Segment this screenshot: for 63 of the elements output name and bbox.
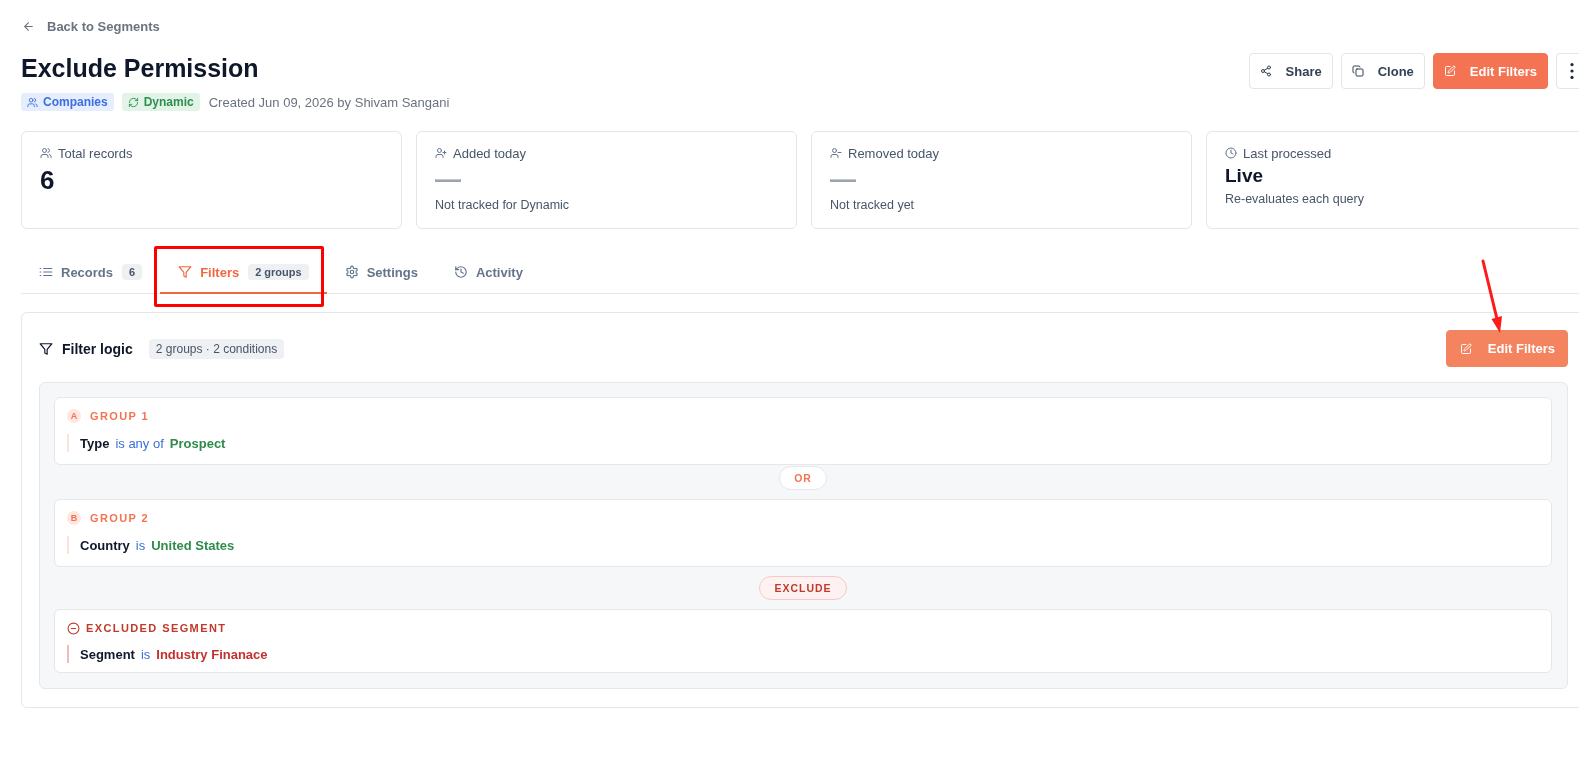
edit-filters-button[interactable]: Edit Filters [1445,330,1568,367]
user-plus-icon [435,147,447,159]
condition-operator: is [140,646,151,662]
page-title: Exclude Permission [21,53,260,84]
copy-icon [1351,65,1364,77]
stat-note: Re-evaluates each query [1225,192,1365,206]
condition-field: Country [80,537,130,553]
group-title: GROUP 2 [90,512,150,524]
connector-chip: EXCLUDE [759,576,847,600]
edit-icon [1443,65,1456,77]
stat-value: 6 [40,166,56,194]
object-type-text: Companies [43,95,108,109]
condition-operator: is any of [115,435,164,451]
tab[interactable]: Filters 2 groups [160,250,327,294]
edit-filters-button[interactable]: Edit Filters [1432,53,1548,89]
people-icon [27,96,38,108]
history-icon [453,265,468,279]
clone-button[interactable]: Clone [1340,53,1425,89]
segment-mode-text: Dynamic [143,95,194,109]
tab-count: 2 groups [248,264,309,280]
stat-label: Removed today [848,145,940,161]
condition-field: Type [80,435,110,451]
group-title: EXCLUDED SEGMENT [86,622,227,634]
stat-label: Last processed [1243,145,1332,161]
settings-icon [344,265,359,279]
connector-chip: OR [779,466,827,490]
tab[interactable]: Activity [435,250,541,294]
tab[interactable]: Records 6 [21,250,161,294]
stat-note: Not tracked yet [830,198,916,212]
group-title: GROUP 1 [90,410,150,422]
minus-circle-icon [67,621,80,635]
refresh-icon [127,96,139,108]
filter-icon [178,265,193,279]
back-link[interactable]: Back to Segments [22,18,160,34]
more-button[interactable] [1556,53,1579,89]
condition-value: United States [151,537,235,553]
stat-value: Live [1225,165,1265,187]
back-arrow-icon [22,19,35,33]
tab-count: 6 [122,264,143,280]
created-info: Created Jun 09, 2026 by Shivam Sangani [208,94,450,110]
stat-value: — [830,166,857,192]
stat-value: — [435,166,462,192]
share-button[interactable]: Share [1248,53,1333,89]
group-letter: B [67,511,81,525]
stat-label: Total records [58,145,133,161]
user-minus-icon [830,147,842,159]
condition-value: Prospect [169,435,226,451]
stat-label: Added today [453,145,526,161]
stat-note: Not tracked for Dynamic [435,198,571,212]
condition-value: Industry Finanace [156,646,268,662]
tab[interactable]: Settings [326,250,436,294]
filter-summary: 2 groups · 2 conditions [148,338,285,359]
filter-icon [39,341,53,356]
edit-icon [1459,342,1472,355]
list-icon [39,265,53,279]
condition-operator: is [135,537,146,553]
group-letter: A [67,409,81,423]
condition-field: Segment [80,646,135,662]
more-icon [1569,63,1574,79]
share-icon [1259,65,1272,77]
people-icon [40,147,52,159]
panel-title: Filter logic [62,340,133,357]
clock-icon [1225,147,1237,159]
